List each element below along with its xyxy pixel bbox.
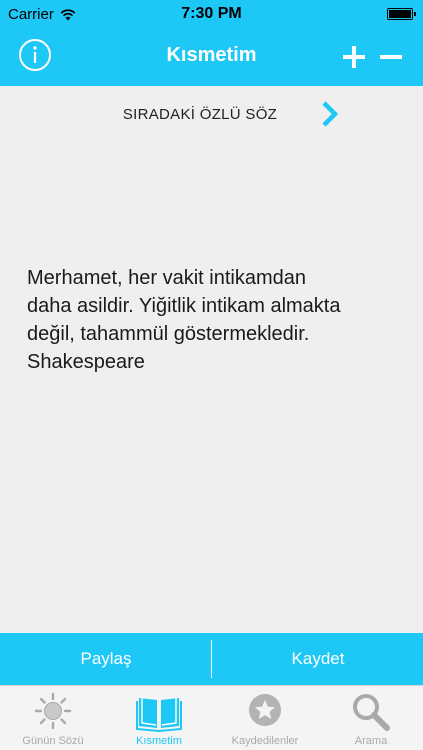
tab-label: Arama: [354, 735, 388, 747]
next-quote-row[interactable]: SIRADAKİ ÖZLÜ SÖZ: [0, 96, 423, 132]
plus-icon: [343, 46, 365, 68]
search-icon: [353, 694, 390, 731]
book-icon: [136, 698, 182, 732]
remove-button[interactable]: [378, 44, 404, 70]
share-button[interactable]: Paylaş: [0, 633, 212, 685]
status-time: 7:30 PM: [181, 5, 242, 22]
tab-kaydedilenler[interactable]: Kaydedilenler: [212, 686, 318, 750]
top-bar: Carrier 7:30 PM Kısmetim: [0, 0, 423, 86]
sun-icon: [34, 692, 72, 730]
action-bar: Paylaş Kaydet: [0, 633, 423, 685]
tab-gunun-sozu[interactable]: Günün Sözü: [0, 686, 106, 750]
quote-line: daha asildir. Yiğitlik intikam almakta: [27, 295, 341, 317]
action-divider: [211, 640, 212, 678]
quote-line: Merhamet, her vakit intikamdan: [27, 267, 307, 289]
tab-bar: Günün Sözü Kısmetim Kaydedilenler Arama: [0, 685, 423, 750]
tab-arama[interactable]: Arama: [318, 686, 423, 750]
screen: Carrier 7:30 PM Kısmetim SIRADAKİ ÖZLÜ S…: [0, 0, 423, 750]
tab-label: Kısmetim: [136, 735, 182, 747]
status-bar: Carrier 7:30 PM: [0, 0, 423, 28]
quote-text: Merhamet, her vakit intikamdan daha asil…: [27, 264, 407, 376]
quote-line: değil, tahammül göstermekledir.: [27, 323, 310, 345]
tab-label: Kaydedilenler: [231, 735, 299, 747]
tab-label: Günün Sözü: [22, 735, 84, 747]
quote-author: Shakespeare: [27, 351, 145, 373]
tab-kismetim[interactable]: Kısmetim: [106, 686, 212, 750]
chevron-right-icon[interactable]: [320, 100, 342, 128]
star-icon: [249, 694, 281, 726]
minus-icon: [380, 55, 402, 59]
nav-bar: Kısmetim: [0, 28, 423, 86]
add-button[interactable]: [341, 44, 367, 70]
save-button[interactable]: Kaydet: [213, 633, 423, 685]
battery-icon: [387, 8, 416, 20]
